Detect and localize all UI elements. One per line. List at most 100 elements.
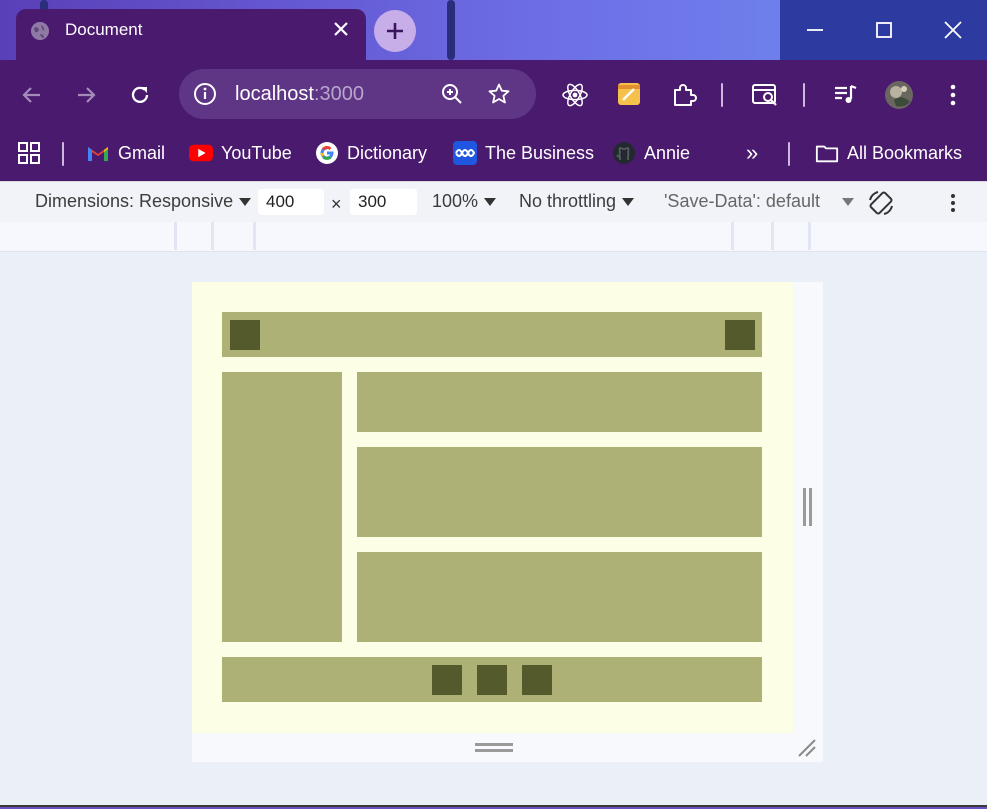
resize-handle-bottom[interactable]: [192, 733, 823, 762]
back-button[interactable]: [17, 80, 47, 110]
profile-avatar[interactable]: [884, 80, 914, 110]
dimensions-dropdown[interactable]: Dimensions: Responsive: [35, 191, 252, 212]
bookmark-annie[interactable]: Annie: [612, 138, 690, 168]
notes-icon: [618, 83, 640, 105]
bookmark-label: Dictionary: [347, 142, 428, 163]
media-query-marker[interactable]: [731, 222, 734, 250]
gmail-icon: [86, 141, 110, 165]
browser-tab[interactable]: Document: [16, 9, 366, 60]
bookmarks-divider: [62, 142, 64, 166]
device-toolbar-menu-icon[interactable]: [949, 192, 957, 214]
media-controls-button[interactable]: [830, 80, 860, 110]
apps-button[interactable]: [17, 138, 41, 168]
viewport-height-input[interactable]: [350, 189, 417, 215]
chevron-down-icon: [239, 197, 252, 206]
google-icon: [315, 141, 339, 165]
device-toolbar: Dimensions: Responsive × 100% No throttl…: [0, 181, 987, 222]
react-icon: [562, 83, 588, 107]
browser-toolbar: localhost:3000: [0, 60, 987, 130]
footer-square: [477, 665, 507, 695]
browser-menu-button[interactable]: [938, 80, 968, 110]
bookmark-the-business[interactable]: The Business: [453, 138, 594, 168]
arrow-right-icon: [78, 87, 96, 103]
address-bar[interactable]: localhost:3000: [179, 69, 536, 119]
wallpaper-stroke: [447, 0, 455, 60]
folder-icon: [815, 141, 839, 165]
media-query-marker[interactable]: [771, 222, 774, 250]
resize-grip: [475, 749, 513, 752]
resize-corner-icon[interactable]: [797, 738, 817, 758]
kebab-menu-icon: [950, 84, 956, 106]
footer-square: [432, 665, 462, 695]
media-query-marker[interactable]: [808, 222, 811, 250]
apps-grid-icon: [18, 142, 40, 164]
all-bookmarks-button[interactable]: All Bookmarks: [815, 138, 962, 168]
close-window-button[interactable]: [918, 0, 987, 60]
viewport-width-input[interactable]: [258, 189, 324, 215]
resize-handle-right[interactable]: [793, 282, 823, 733]
bookmark-label: The Business: [485, 142, 595, 163]
media-query-marker[interactable]: [253, 222, 256, 250]
save-data-dropdown[interactable]: 'Save-Data': default: [664, 191, 854, 212]
content-block: [357, 552, 762, 642]
title-bar: Document: [0, 0, 987, 60]
emulated-viewport-area: [0, 252, 987, 807]
tab-search-icon: [752, 84, 777, 106]
star-icon[interactable]: [487, 82, 511, 106]
search-tabs-button[interactable]: [750, 80, 780, 110]
globe-icon: [31, 22, 49, 40]
site-info-icon[interactable]: [193, 82, 217, 106]
maximize-icon: [875, 22, 892, 38]
puzzle-icon: [674, 84, 697, 106]
avatar-icon: [885, 81, 913, 109]
media-query-marker[interactable]: [174, 222, 177, 250]
content-block: [357, 372, 762, 432]
react-devtools-extension[interactable]: [560, 80, 590, 110]
extensions-button[interactable]: [669, 80, 699, 110]
resize-grip: [803, 488, 806, 526]
github-icon: [612, 141, 636, 165]
bookmark-youtube[interactable]: YouTube: [189, 138, 292, 168]
plus-icon: [387, 23, 403, 39]
minimize-button[interactable]: [780, 0, 849, 60]
maximize-button[interactable]: [849, 0, 918, 60]
toolbar-divider: [803, 83, 805, 107]
resize-grip: [475, 743, 513, 746]
throttling-dropdown[interactable]: No throttling: [519, 191, 635, 212]
zoom-dropdown[interactable]: 100%: [432, 191, 497, 212]
playlist-icon: [835, 84, 857, 103]
close-tab-icon[interactable]: [330, 18, 352, 40]
url-text[interactable]: localhost:3000: [235, 83, 364, 106]
close-icon: [943, 21, 962, 39]
chevron-down-icon: [484, 197, 497, 206]
bookmark-label: Gmail: [118, 142, 166, 163]
new-tab-button[interactable]: [374, 10, 416, 52]
reload-icon: [131, 86, 149, 103]
bookmark-gmail[interactable]: Gmail: [86, 138, 165, 168]
throttling-label: No throttling: [519, 191, 617, 211]
content-block: [357, 447, 762, 537]
bookmarks-overflow-button[interactable]: »: [746, 138, 758, 168]
notes-extension[interactable]: [614, 79, 644, 109]
media-query-marker[interactable]: [211, 222, 214, 250]
zoom-icon[interactable]: [440, 82, 464, 106]
arrow-left-icon: [22, 87, 40, 103]
dimensions-label: Dimensions: Responsive: [35, 191, 234, 211]
reload-button[interactable]: [125, 80, 155, 110]
tab-title: Document: [65, 20, 143, 39]
bookmark-label: YouTube: [221, 142, 292, 163]
header-right-square: [725, 320, 755, 350]
toolbar-divider: [721, 83, 723, 107]
chevron-down-icon: [841, 197, 854, 206]
bookmark-dictionary[interactable]: Dictionary: [315, 138, 427, 168]
chevron-down-icon: [622, 197, 635, 206]
header-left-square: [230, 320, 260, 350]
page-header-block: [222, 312, 762, 357]
page-sidebar-block: [222, 372, 342, 642]
chevron-double-right-icon: »: [746, 140, 759, 165]
bookmark-label: Annie: [644, 142, 691, 163]
media-query-bar: [0, 222, 987, 252]
forward-button[interactable]: [71, 80, 101, 110]
rotate-icon[interactable]: [866, 188, 896, 218]
bookmarks-divider: [788, 142, 790, 166]
